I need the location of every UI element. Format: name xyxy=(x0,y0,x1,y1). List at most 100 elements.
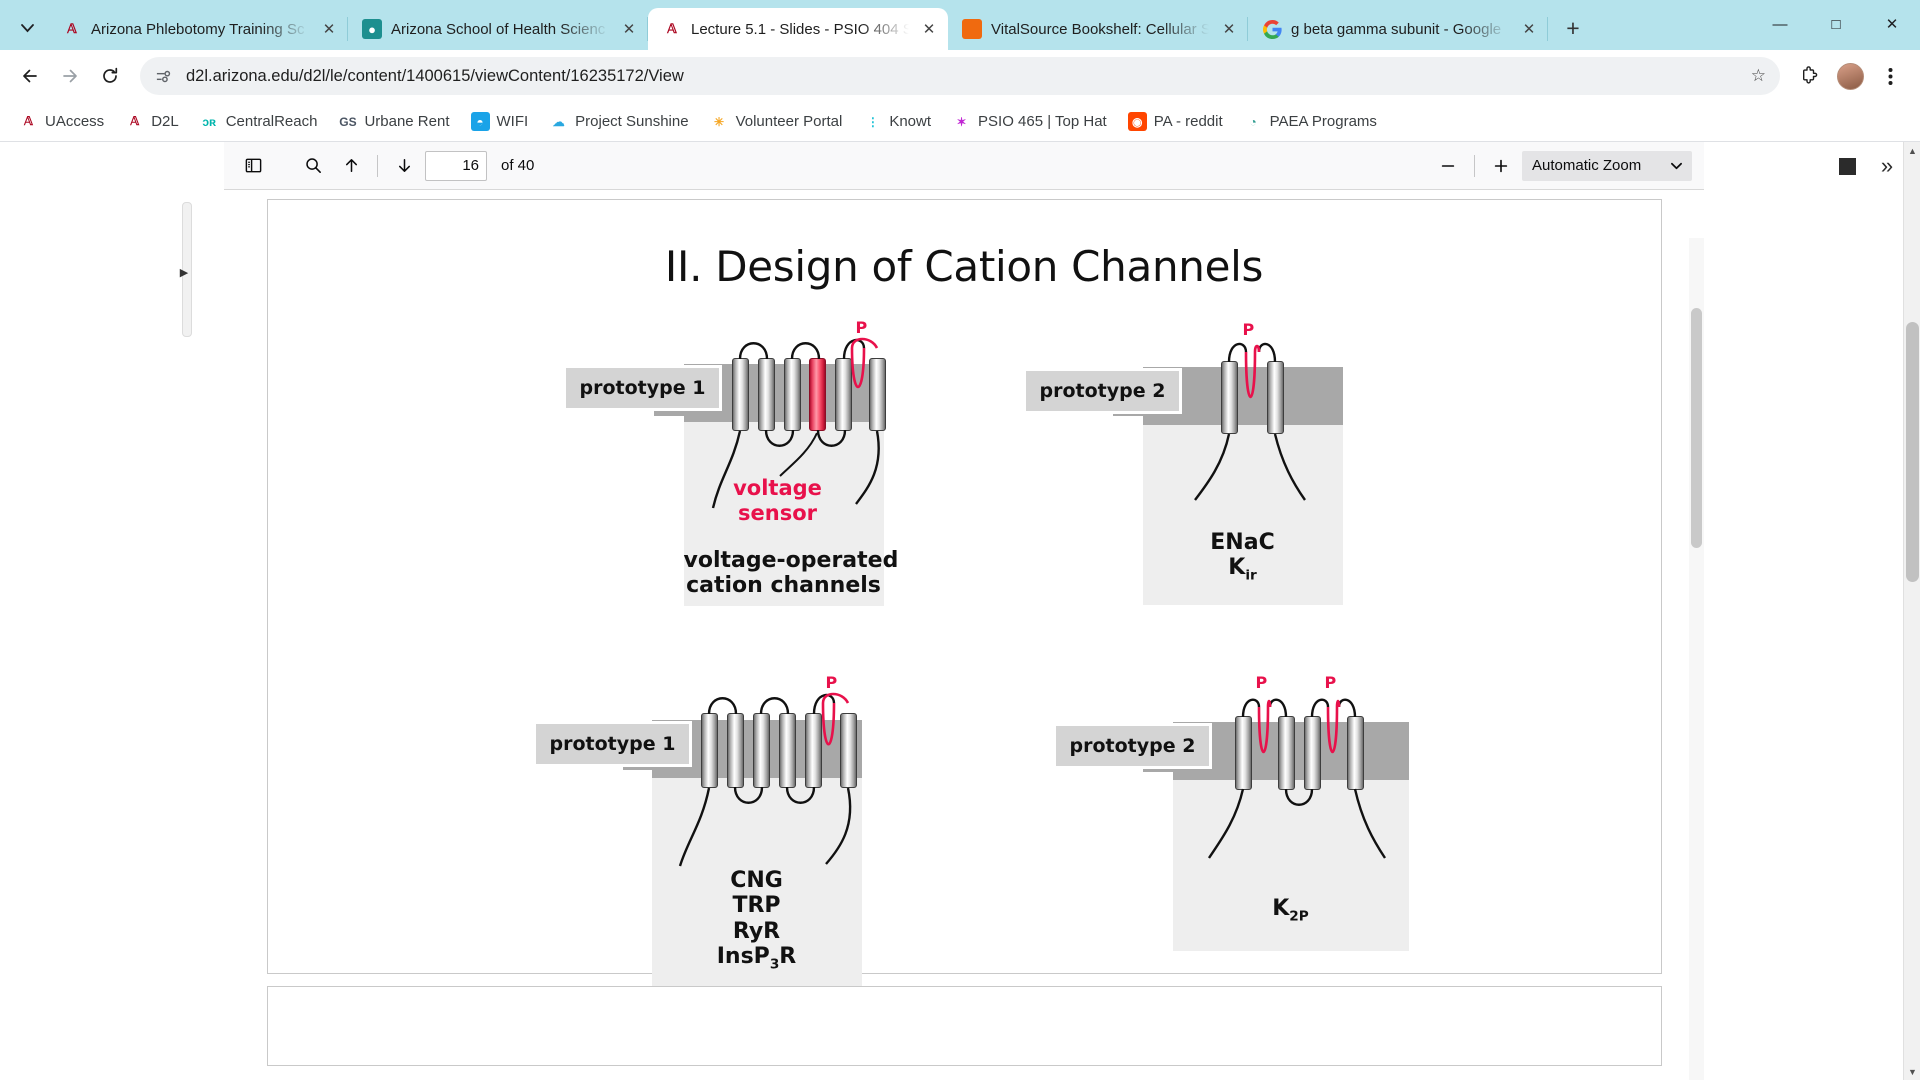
zoom-out-button[interactable] xyxy=(1431,150,1465,182)
pdf-page-17-partial xyxy=(266,986,1662,1066)
tophat-icon: ✶ xyxy=(956,114,967,129)
bookmark-label: D2L xyxy=(151,113,179,130)
close-icon[interactable]: ✕ xyxy=(1518,18,1540,40)
p-loop-label: P xyxy=(855,318,868,337)
google-g-icon xyxy=(1262,19,1282,39)
extensions-puzzle-icon[interactable] xyxy=(1792,58,1828,94)
forward-arrow-icon[interactable] xyxy=(52,58,88,94)
close-icon[interactable]: ✕ xyxy=(1218,18,1240,40)
more-tools-label: » xyxy=(1880,153,1894,178)
p-loop-label-2: P xyxy=(1324,673,1337,692)
up-arrow-icon[interactable] xyxy=(334,150,368,182)
page-scrollbar[interactable]: ▲ ▼ xyxy=(1903,142,1920,1080)
cloud-icon: ☁ xyxy=(552,114,565,129)
search-icon[interactable] xyxy=(296,150,330,182)
bookmark-d2l[interactable]: 𝔸 D2L xyxy=(116,107,188,136)
browser-tab-1[interactable]: 𝔸 Arizona Phlebotomy Training Sc ✕ xyxy=(48,8,348,50)
bookmark-centralreach[interactable]: ↄʀ CentralReach xyxy=(191,107,327,136)
helix-2 xyxy=(1266,361,1284,434)
prototype-label: prototype 1 xyxy=(579,377,706,399)
d2l-content-sidebar: ▶ xyxy=(0,142,192,1080)
site-settings-icon[interactable] xyxy=(150,63,176,89)
bookmark-label: WIFI xyxy=(496,113,529,130)
bookmark-paea-programs[interactable]: ◔ PAEA Programs xyxy=(1235,107,1386,136)
reddit-icon: ◉ xyxy=(1127,112,1147,131)
browser-tab-4[interactable]: VitalSource Bookshelf: Cellular S ✕ xyxy=(948,8,1248,50)
p-loop-label-1: P xyxy=(1255,673,1268,692)
p-loop-label: P xyxy=(1242,320,1255,339)
presentation-mode-icon[interactable] xyxy=(1830,150,1864,182)
prototype-label: prototype 1 xyxy=(549,733,676,755)
double-chevron-right-icon[interactable]: » xyxy=(1870,150,1904,182)
prototype-tag: prototype 2 xyxy=(1022,368,1183,414)
browser-window: 𝔸 Arizona Phlebotomy Training Sc ✕ ● Ari… xyxy=(0,0,1920,1080)
maximize-button[interactable]: □ xyxy=(1808,0,1864,48)
helix-3 xyxy=(1303,716,1321,790)
tab-title: Arizona Phlebotomy Training Sc xyxy=(91,20,305,38)
page-number-input[interactable] xyxy=(425,150,487,181)
tab-title: Arizona School of Health Scienc xyxy=(391,20,606,38)
bookmark-project-sunshine[interactable]: ☁ Project Sunshine xyxy=(540,107,697,136)
bookmarks-bar: 𝔸 UAccess 𝔸 D2L ↄʀ CentralReach GS Urban… xyxy=(0,102,1920,142)
zoom-level-select[interactable]: Automatic Zoom xyxy=(1522,150,1692,181)
reload-icon[interactable] xyxy=(92,58,128,94)
close-button[interactable]: ✕ xyxy=(1864,0,1920,48)
browser-tab-2[interactable]: ● Arizona School of Health Scienc ✕ xyxy=(348,8,648,50)
star-icon[interactable]: ☆ xyxy=(1751,66,1766,86)
centralreach-icon: ↄʀ xyxy=(202,114,217,129)
page-count-label: of 40 xyxy=(501,157,535,174)
panel-bottom-left: prototype 1 P CNG TRP RyR InsP3R xyxy=(532,668,928,988)
arizona-a-icon: 𝔸 xyxy=(24,114,33,128)
bookmark-label: Knowt xyxy=(889,113,932,130)
back-arrow-icon[interactable] xyxy=(12,58,48,94)
url-text[interactable]: d2l.arizona.edu/d2l/le/content/1400615/v… xyxy=(186,67,1741,86)
minimize-button[interactable]: — xyxy=(1752,0,1808,48)
sunburst-icon: ✳ xyxy=(714,114,725,129)
sidebar-expand-icon[interactable]: ▶ xyxy=(177,262,191,282)
bookmark-knowt[interactable]: ⋮ Knowt xyxy=(854,107,940,136)
tab-title: VitalSource Bookshelf: Cellular S xyxy=(991,20,1209,38)
address-bar[interactable]: d2l.arizona.edu/d2l/le/content/1400615/v… xyxy=(140,57,1780,95)
sidebar-toggle-icon[interactable] xyxy=(236,150,270,182)
helix-3 xyxy=(783,358,801,431)
google-sheets-icon: GS xyxy=(339,114,357,129)
helix-4 xyxy=(778,713,796,788)
pdf-inner-scrollbar[interactable] xyxy=(1689,238,1704,1080)
bookmark-uaccess[interactable]: 𝔸 UAccess xyxy=(10,107,113,136)
close-icon[interactable]: ✕ xyxy=(618,18,640,40)
browser-tab-5[interactable]: g beta gamma subunit - Google ✕ xyxy=(1248,8,1548,50)
bookmark-urbane-rent[interactable]: GS Urbane Rent xyxy=(329,107,458,136)
helix-4-voltage-sensor xyxy=(808,358,826,431)
prototype-tag: prototype 2 xyxy=(1052,723,1213,769)
bookmark-tophat[interactable]: ✶ PSIO 465 | Top Hat xyxy=(943,107,1116,136)
caption-k2p: K2P xyxy=(1272,896,1309,925)
new-tab-button[interactable]: + xyxy=(1556,11,1590,45)
close-icon[interactable]: ✕ xyxy=(918,18,940,40)
knowt-icon: ⋮ xyxy=(866,114,879,129)
helix-1 xyxy=(731,358,749,431)
three-dot-menu-icon[interactable] xyxy=(1872,58,1908,94)
bookmark-wifi[interactable]: ◓ WIFI xyxy=(462,107,538,136)
bookmark-pa-reddit[interactable]: ◉ PA - reddit xyxy=(1119,107,1232,136)
tab-search-icon[interactable] xyxy=(10,11,44,45)
pdf-scroll-region[interactable]: II. Design of Cation Channels prototype … xyxy=(224,190,1704,1080)
close-icon[interactable]: ✕ xyxy=(318,18,340,40)
scroll-up-arrow-icon[interactable]: ▲ xyxy=(1904,142,1920,159)
panel-caption: ENaC Kir xyxy=(1143,530,1343,584)
scroll-down-arrow-icon[interactable]: ▼ xyxy=(1904,1063,1920,1080)
profile-avatar[interactable] xyxy=(1832,58,1868,94)
browser-tab-3-active[interactable]: 𝔸 Lecture 5.1 - Slides - PSIO 404 S ✕ xyxy=(648,8,948,50)
zoom-in-button[interactable] xyxy=(1484,150,1518,182)
down-arrow-icon[interactable] xyxy=(387,150,421,182)
bookmark-label: UAccess xyxy=(45,113,105,130)
bookmark-label: PSIO 465 | Top Hat xyxy=(978,113,1107,130)
tab-title: g beta gamma subunit - Google xyxy=(1291,20,1502,38)
caption-kir: Kir xyxy=(1228,555,1257,584)
pdf-page-16: II. Design of Cation Channels prototype … xyxy=(266,199,1662,987)
caption-insp3r: InsP3R xyxy=(716,943,797,973)
page-scroll-thumb[interactable] xyxy=(1906,322,1919,582)
pdf-inner-scroll-thumb[interactable] xyxy=(1691,308,1702,548)
page-title: II. Design of Cation Channels xyxy=(664,242,1264,291)
bookmark-volunteer-portal[interactable]: ✳ Volunteer Portal xyxy=(701,107,852,136)
voltage-sensor-annotation: voltage sensor xyxy=(733,476,822,526)
